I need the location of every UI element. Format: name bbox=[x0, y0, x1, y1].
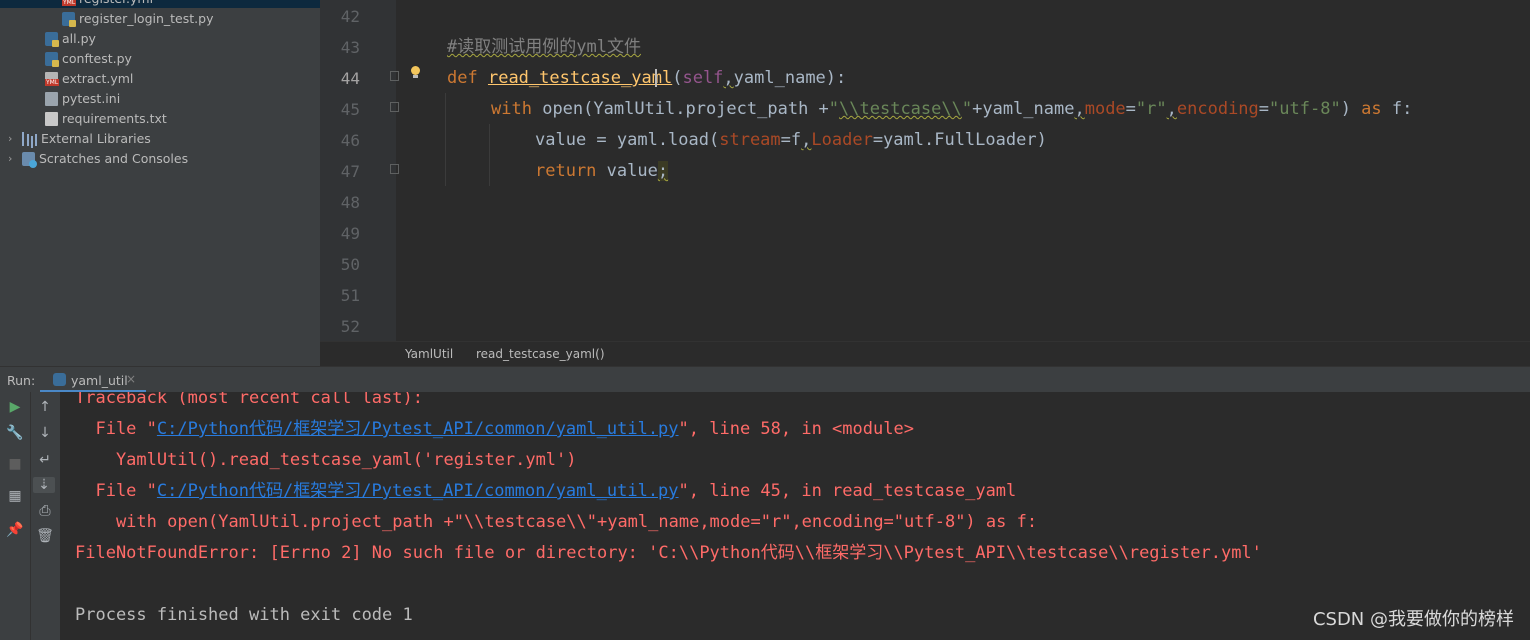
stop-icon[interactable]: ■ bbox=[5, 456, 25, 472]
line-number: 51 bbox=[340, 286, 360, 305]
code-line-43: #读取测试用例的yml文件 bbox=[447, 37, 641, 57]
console-line: YamlUtil().read_testcase_yaml('register.… bbox=[75, 450, 577, 470]
line-number: 47 bbox=[340, 162, 360, 181]
print-icon[interactable]: ⎙ bbox=[35, 503, 55, 519]
tree-item-register-yml[interactable]: register.yml bbox=[62, 0, 153, 9]
console-error-line: FileNotFoundError: [Errno 2] No such fil… bbox=[75, 543, 1262, 563]
tree-selection-highlight bbox=[0, 0, 320, 8]
rerun-icon[interactable]: ▶ bbox=[5, 399, 25, 415]
project-tree-panel: register.yml register_login_test.py all.… bbox=[0, 0, 320, 366]
tree-item-requirements-txt[interactable]: requirements.txt bbox=[45, 109, 167, 129]
tree-item-label: requirements.txt bbox=[62, 111, 167, 126]
text-file-icon bbox=[45, 112, 58, 126]
line-number: 49 bbox=[340, 224, 360, 243]
breadcrumb: YamlUtil read_testcase_yaml() bbox=[320, 341, 1530, 367]
console-output[interactable]: Traceback (most recent call last): File … bbox=[60, 392, 1530, 640]
layout-icon[interactable]: ▦ bbox=[5, 488, 25, 504]
fold-marker-icon[interactable] bbox=[390, 102, 399, 112]
fold-marker-icon[interactable] bbox=[390, 71, 399, 81]
line-number: 48 bbox=[340, 193, 360, 212]
watermark: CSDN @我要做你的榜样 bbox=[1312, 609, 1514, 630]
pin-icon[interactable]: 📌 bbox=[5, 522, 25, 538]
run-tool-window-header: Run: yaml_util × bbox=[0, 366, 1530, 393]
breadcrumb-method[interactable]: read_testcase_yaml() bbox=[476, 347, 605, 361]
scroll-to-end-icon[interactable]: ⇣ bbox=[33, 477, 55, 493]
python-file-icon bbox=[45, 52, 59, 67]
indent-guide bbox=[489, 124, 490, 186]
indent-guide bbox=[445, 93, 446, 186]
line-number: 43 bbox=[340, 38, 360, 57]
run-toolbar-left: ▶ 🔧 ■ ▦ 📌 bbox=[0, 392, 30, 640]
breadcrumb-class[interactable]: YamlUtil bbox=[405, 347, 453, 361]
arrow-up-icon[interactable]: ↑ bbox=[35, 399, 55, 415]
console-line: Traceback (most recent call last): bbox=[75, 392, 423, 408]
tree-item-external-libraries[interactable]: › External Libraries bbox=[8, 129, 151, 149]
run-label: Run: bbox=[7, 373, 36, 388]
python-icon bbox=[53, 373, 66, 386]
tree-item-label: extract.yml bbox=[62, 71, 134, 86]
tree-item-label: register_login_test.py bbox=[79, 11, 214, 26]
tree-item-conftest-py[interactable]: conftest.py bbox=[45, 49, 132, 69]
library-icon bbox=[22, 132, 37, 146]
chevron-right-icon[interactable]: › bbox=[8, 129, 22, 149]
tree-item-extract-yml[interactable]: extract.yml bbox=[45, 69, 133, 89]
line-number: 52 bbox=[340, 317, 360, 336]
chevron-right-icon[interactable]: › bbox=[8, 149, 22, 169]
text-caret bbox=[655, 69, 657, 87]
tree-item-label: pytest.ini bbox=[62, 91, 121, 106]
line-number: 50 bbox=[340, 255, 360, 274]
soft-wrap-icon[interactable]: ↵ bbox=[35, 452, 55, 468]
yml-file-icon bbox=[62, 0, 77, 6]
tree-item-label: register.yml bbox=[79, 0, 153, 9]
console-line: File "C:/Python代码/框架学习/Pytest_API/common… bbox=[75, 419, 914, 439]
tree-item-label: Scratches and Consoles bbox=[39, 151, 189, 166]
lightbulb-icon[interactable] bbox=[410, 66, 421, 79]
close-icon[interactable]: × bbox=[126, 372, 136, 386]
tree-item-label: all.py bbox=[62, 31, 96, 46]
line-number: 45 bbox=[340, 100, 360, 119]
run-tab-label: yaml_util bbox=[71, 373, 128, 388]
file-link[interactable]: C:/Python代码/框架学习/Pytest_API/common/yaml_… bbox=[157, 419, 679, 439]
tree-item-label: conftest.py bbox=[62, 51, 132, 66]
scratches-icon bbox=[22, 152, 37, 168]
arrow-down-icon[interactable]: ↓ bbox=[35, 425, 55, 441]
tree-item-pytest-ini[interactable]: pytest.ini bbox=[45, 89, 120, 109]
wrench-icon[interactable]: 🔧 bbox=[5, 425, 25, 441]
tree-item-label: External Libraries bbox=[41, 131, 151, 146]
tree-item-all-py[interactable]: all.py bbox=[45, 29, 96, 49]
run-tab-yaml-util[interactable]: yaml_util × bbox=[40, 367, 146, 393]
yml-file-icon bbox=[45, 72, 60, 86]
code-line-47: return value; bbox=[535, 161, 669, 181]
code-line-44: def read_testcase_yaml(self,yaml_name): bbox=[447, 68, 847, 88]
console-line: File "C:/Python代码/框架学习/Pytest_API/common… bbox=[75, 481, 1017, 501]
file-link[interactable]: C:/Python代码/框架学习/Pytest_API/common/yaml_… bbox=[157, 481, 679, 501]
ini-file-icon bbox=[45, 92, 58, 106]
fold-marker-icon[interactable] bbox=[390, 164, 399, 174]
line-number-current: 44 bbox=[340, 69, 360, 88]
run-toolbar-right: ↑ ↓ ↵ ⇣ ⎙ 🗑 bbox=[30, 392, 60, 640]
code-line-45: with open(YamlUtil.project_path +"\\test… bbox=[491, 99, 1413, 119]
python-file-icon bbox=[62, 12, 76, 27]
tree-item-register-login-test[interactable]: register_login_test.py bbox=[62, 9, 213, 29]
console-line: with open(YamlUtil.project_path +"\\test… bbox=[75, 512, 1038, 532]
line-number: 42 bbox=[340, 7, 360, 26]
line-number: 46 bbox=[340, 131, 360, 150]
console-exit-line: Process finished with exit code 1 bbox=[75, 605, 413, 625]
tree-item-scratches[interactable]: › Scratches and Consoles bbox=[8, 149, 188, 169]
python-file-icon bbox=[45, 32, 59, 47]
code-line-46: value = yaml.load(stream=f,Loader=yaml.F… bbox=[535, 130, 1047, 150]
trash-icon[interactable]: 🗑 bbox=[35, 528, 55, 544]
